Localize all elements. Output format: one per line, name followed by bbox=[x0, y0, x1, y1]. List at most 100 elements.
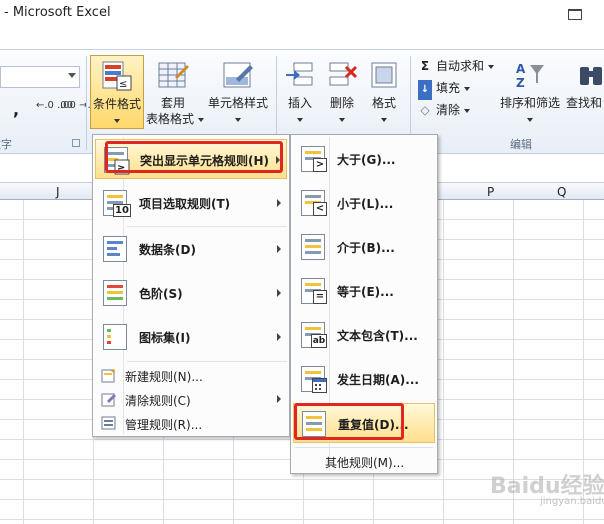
insert-label: 插入 bbox=[287, 96, 312, 110]
data-bars-icon bbox=[101, 234, 129, 264]
find-select-label: 查找和 bbox=[566, 96, 603, 110]
svg-text:A: A bbox=[516, 62, 526, 76]
cell-styles-button[interactable]: 单元格样式 bbox=[206, 55, 270, 129]
menu-item-manage-rules[interactable]: 管理规则(R)... bbox=[95, 411, 287, 435]
title-bar: - Microsoft Excel bbox=[0, 0, 604, 26]
format-as-table-button[interactable]: 套用 表格格式 bbox=[146, 55, 204, 129]
submenu-arrow-icon bbox=[277, 289, 281, 297]
new-rule-icon: ✦ bbox=[101, 367, 117, 383]
sort-az-icon: A Z bbox=[514, 59, 546, 91]
caret-down-icon bbox=[235, 117, 241, 122]
column-header-p[interactable]: P bbox=[487, 185, 494, 199]
submenu-item-greater-than[interactable]: > 大于(G)... bbox=[293, 139, 435, 179]
insert-button[interactable]: 插入 bbox=[280, 55, 320, 129]
format-label: 格式 bbox=[371, 96, 396, 110]
submenu-arrow-icon bbox=[277, 199, 281, 207]
caret-down-icon bbox=[381, 117, 387, 122]
equal-to-icon: = bbox=[299, 276, 327, 306]
menu-item-label: 清除规则(C) bbox=[125, 394, 191, 408]
number-group-label: 数字 bbox=[0, 138, 12, 151]
menu-item-clear-rules[interactable]: 清除规则(C) bbox=[95, 387, 287, 411]
less-than-icon: < bbox=[299, 188, 327, 218]
manage-rules-icon bbox=[101, 415, 117, 431]
editing-group-label: 编辑 bbox=[510, 138, 532, 151]
submenu-item-label: 小于(L)... bbox=[337, 197, 394, 211]
fill-label: 填充 bbox=[436, 81, 461, 95]
clear-button[interactable]: ◇ 清除 bbox=[418, 100, 470, 120]
submenu-item-more-rules[interactable]: 其他规则(M)... bbox=[293, 449, 435, 473]
format-as-table-label-1: 套用 bbox=[160, 96, 185, 110]
caret-down-icon bbox=[527, 117, 533, 122]
submenu-item-date-occurring[interactable]: 发生日期(A)... bbox=[293, 359, 435, 399]
submenu-item-less-than[interactable]: < 小于(L)... bbox=[293, 183, 435, 223]
caret-down-icon bbox=[463, 86, 470, 91]
menu-item-data-bars[interactable]: 数据条(D) bbox=[95, 229, 287, 269]
format-as-table-label-2: 表格格式 bbox=[146, 112, 195, 126]
svg-text:≤: ≤ bbox=[119, 79, 127, 90]
menu-item-icon-sets[interactable]: 图标集(I) bbox=[95, 317, 287, 357]
column-header-j[interactable]: J bbox=[56, 185, 60, 199]
conditional-format-icon: ≤ bbox=[101, 60, 133, 92]
sigma-icon: Σ bbox=[420, 59, 430, 73]
caret-down-icon bbox=[297, 117, 303, 122]
menu-item-label: 管理规则(R)... bbox=[125, 418, 203, 432]
menu-item-color-scales[interactable]: 色阶(S) bbox=[95, 273, 287, 313]
color-scales-icon bbox=[101, 278, 129, 308]
conditional-format-label: 条件格式 bbox=[92, 97, 141, 111]
submenu-item-between[interactable]: 介于(B)... bbox=[293, 227, 435, 267]
format-button[interactable]: 格式 bbox=[364, 55, 404, 129]
menu-separator bbox=[295, 447, 433, 448]
fill-button[interactable]: ↓ 填充 bbox=[418, 78, 470, 100]
menu-item-label: 数据条(D) bbox=[139, 243, 196, 257]
svg-text:Z: Z bbox=[516, 76, 525, 90]
top-bottom-rules-icon: 10 bbox=[101, 188, 131, 218]
conditional-format-button[interactable]: ≤ 条件格式 bbox=[90, 55, 144, 129]
menu-item-label: 新建规则(N)... bbox=[125, 370, 203, 384]
submenu-item-label: 介于(B)... bbox=[337, 241, 395, 255]
menu-item-label: 图标集(I) bbox=[139, 331, 191, 345]
number-format-dropdown[interactable] bbox=[0, 66, 80, 88]
delete-label: 删除 bbox=[329, 96, 354, 110]
submenu-item-label: 大于(G)... bbox=[337, 153, 396, 167]
watermark-url: jingyan.baidu.com bbox=[540, 496, 604, 507]
autosum-button[interactable]: Σ 自动求和 bbox=[418, 56, 494, 76]
dialog-launcher-icon[interactable] bbox=[72, 139, 80, 147]
maximize-icon[interactable] bbox=[568, 9, 582, 20]
between-icon bbox=[299, 232, 327, 262]
menu-item-new-rule[interactable]: ✦ 新建规则(N)... bbox=[95, 363, 287, 387]
submenu-arrow-icon bbox=[277, 245, 281, 253]
fill-down-icon: ↓ bbox=[418, 80, 432, 100]
menu-separator bbox=[127, 361, 287, 362]
submenu-item-equal-to[interactable]: = 等于(E)... bbox=[293, 271, 435, 311]
delete-button[interactable]: 删除 bbox=[322, 55, 362, 129]
submenu-arrow-icon bbox=[277, 333, 281, 341]
comma-style-button[interactable]: , bbox=[13, 100, 19, 119]
svg-text:✦: ✦ bbox=[110, 367, 117, 376]
icon-sets-icon bbox=[101, 322, 129, 352]
submenu-item-label: 发生日期(A)... bbox=[337, 373, 419, 387]
annotation-box-duplicate-values bbox=[294, 403, 404, 440]
calendar-icon bbox=[299, 364, 327, 394]
submenu-item-label: 等于(E)... bbox=[337, 285, 394, 299]
submenu-item-label: 其他规则(M)... bbox=[325, 456, 405, 470]
caret-down-icon bbox=[463, 108, 470, 113]
caret-down-icon bbox=[487, 64, 494, 69]
sort-filter-button[interactable]: A Z 排序和筛选 bbox=[498, 55, 562, 129]
sort-filter-label: 排序和筛选 bbox=[499, 96, 560, 110]
menu-item-top-bottom-rules[interactable]: 10 项目选取规则(T) bbox=[95, 183, 287, 223]
clear-label: 清除 bbox=[436, 103, 461, 117]
autosum-label: 自动求和 bbox=[436, 59, 485, 73]
delete-cells-icon bbox=[326, 59, 358, 91]
text-contains-icon: ab bbox=[299, 320, 327, 350]
submenu-item-text-contains[interactable]: ab 文本包含(T)... bbox=[293, 315, 435, 355]
submenu-item-label: 文本包含(T)... bbox=[337, 329, 418, 343]
cell-styles-icon bbox=[222, 59, 254, 91]
group-divider bbox=[86, 56, 87, 150]
menu-item-label: 项目选取规则(T) bbox=[139, 197, 231, 211]
menu-item-label: 色阶(S) bbox=[139, 287, 183, 301]
clear-rules-icon bbox=[101, 391, 117, 407]
find-select-button[interactable]: 查找和 bbox=[566, 55, 604, 129]
eraser-icon: ◇ bbox=[420, 103, 430, 117]
binoculars-icon bbox=[576, 59, 604, 91]
column-header-q[interactable]: Q bbox=[557, 185, 566, 199]
